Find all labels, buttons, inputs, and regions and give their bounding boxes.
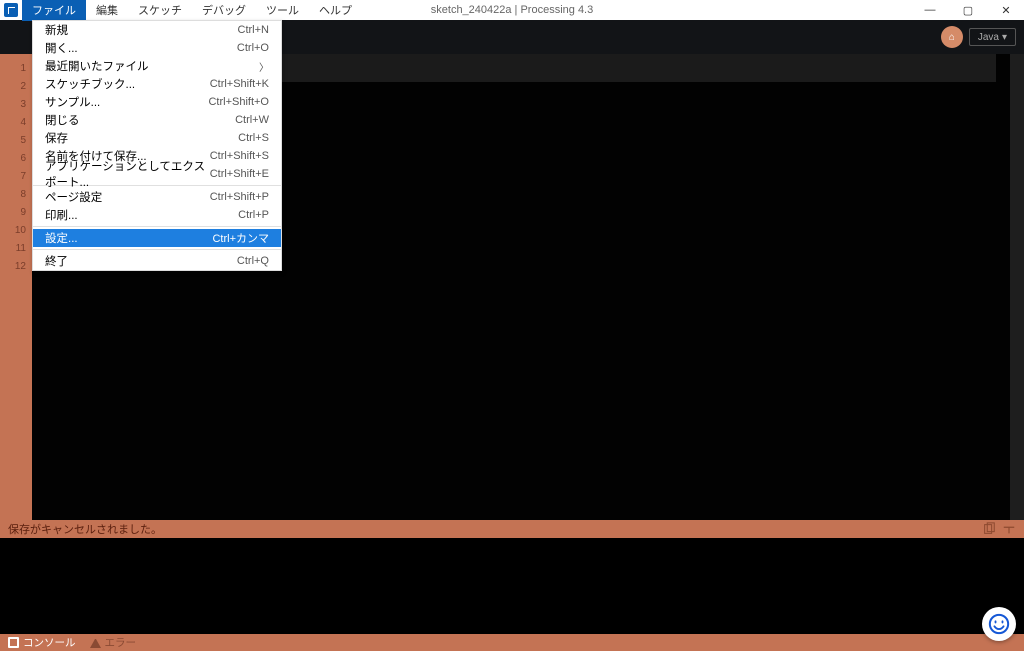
menu-item-開く[interactable]: 開く...Ctrl+O	[33, 39, 281, 57]
footer-tabs: コンソール エラー	[0, 634, 1024, 651]
console-icon	[8, 637, 19, 648]
menu-shortcut: Ctrl+カンマ	[212, 230, 269, 246]
collapse-icon[interactable]	[1002, 522, 1016, 536]
menu-item-label: 開く...	[45, 40, 237, 56]
menu-item-label: 新規	[45, 22, 238, 38]
line-number: 12	[0, 258, 32, 276]
menu-item-label: 設定...	[45, 230, 212, 246]
menu-item-label: スケッチブック...	[45, 76, 210, 92]
menu-shortcut: Ctrl+Shift+K	[210, 78, 269, 90]
close-button[interactable]: ✕	[998, 4, 1014, 17]
menubar: ファイル 編集 スケッチ デバッグ ツール ヘルプ	[22, 0, 362, 21]
console-tab-label: コンソール	[23, 635, 76, 650]
file-menu-dropdown: 新規Ctrl+N開く...Ctrl+O最近開いたファイル〉スケッチブック...C…	[32, 20, 282, 271]
mode-label: Java	[978, 32, 999, 43]
menu-item-印刷[interactable]: 印刷...Ctrl+P	[33, 206, 281, 224]
menu-shortcut: Ctrl+Shift+P	[210, 191, 269, 203]
status-message: 保存がキャンセルされました。	[8, 521, 162, 537]
line-number: 11	[0, 240, 32, 258]
menu-shortcut: Ctrl+N	[238, 24, 269, 36]
menu-item-label: サンプル...	[45, 94, 208, 110]
console-output	[0, 538, 1024, 634]
line-number: 1	[0, 60, 32, 78]
errors-tab-label: エラー	[105, 635, 137, 650]
menu-item-スケッチブック[interactable]: スケッチブック...Ctrl+Shift+K	[33, 75, 281, 93]
minimize-button[interactable]: —	[922, 4, 938, 17]
app-icon	[4, 3, 18, 17]
console-tab[interactable]: コンソール	[8, 635, 76, 650]
line-number: 2	[0, 78, 32, 96]
debug-button[interactable]: ⌂	[941, 26, 963, 48]
menu-item-label: 最近開いたファイル	[45, 58, 259, 74]
menu-shortcut: Ctrl+Shift+O	[208, 96, 269, 108]
menu-shortcut: Ctrl+W	[235, 114, 269, 126]
menu-shortcut: Ctrl+Shift+S	[210, 150, 269, 162]
line-number: 10	[0, 222, 32, 240]
mode-selector[interactable]: Java ▾	[969, 28, 1016, 46]
menu-item-アプリケーションとしてエクスポート[interactable]: アプリケーションとしてエクスポート...Ctrl+Shift+E	[33, 165, 281, 183]
menu-shortcut: Ctrl+P	[238, 209, 269, 221]
line-number: 3	[0, 96, 32, 114]
maximize-button[interactable]: ▢	[960, 4, 976, 17]
menu-file[interactable]: ファイル	[22, 0, 86, 21]
menu-item-label: ページ設定	[45, 189, 210, 205]
menu-item-label: 保存	[45, 130, 238, 146]
errors-tab[interactable]: エラー	[90, 635, 137, 650]
menu-item-label: アプリケーションとしてエクスポート...	[45, 158, 210, 190]
help-smiley-icon	[988, 613, 1010, 635]
menu-help[interactable]: ヘルプ	[309, 0, 362, 21]
menu-item-label: 閉じる	[45, 112, 235, 128]
menu-item-最近開いたファイル[interactable]: 最近開いたファイル〉	[33, 57, 281, 75]
warning-icon	[90, 637, 101, 648]
line-number: 9	[0, 204, 32, 222]
menu-item-閉じる[interactable]: 閉じるCtrl+W	[33, 111, 281, 129]
menu-shortcut: Ctrl+O	[237, 42, 269, 54]
menu-item-終了[interactable]: 終了Ctrl+Q	[33, 252, 281, 270]
line-number: 8	[0, 186, 32, 204]
menu-shortcut: Ctrl+S	[238, 132, 269, 144]
line-number: 4	[0, 114, 32, 132]
line-number: 6	[0, 150, 32, 168]
menu-item-ページ設定[interactable]: ページ設定Ctrl+Shift+P	[33, 188, 281, 206]
menu-item-保存[interactable]: 保存Ctrl+S	[33, 129, 281, 147]
menu-item-設定[interactable]: 設定...Ctrl+カンマ	[33, 229, 281, 247]
help-bubble[interactable]	[982, 607, 1016, 641]
menu-item-新規[interactable]: 新規Ctrl+N	[33, 21, 281, 39]
menu-item-サンプル[interactable]: サンプル...Ctrl+Shift+O	[33, 93, 281, 111]
message-bar: 保存がキャンセルされました。	[0, 520, 1024, 538]
line-number: 7	[0, 168, 32, 186]
menu-item-label: 印刷...	[45, 207, 238, 223]
line-gutter: 123456789101112	[0, 54, 32, 520]
menu-tools[interactable]: ツール	[256, 0, 309, 21]
menu-debug[interactable]: デバッグ	[192, 0, 256, 21]
window-controls: — ▢ ✕	[922, 4, 1024, 17]
menu-sketch[interactable]: スケッチ	[128, 0, 192, 21]
menu-shortcut: Ctrl+Shift+E	[210, 168, 269, 180]
copy-icon[interactable]	[982, 522, 996, 536]
chevron-down-icon: ▾	[1002, 32, 1007, 43]
menu-item-label: 終了	[45, 253, 237, 269]
vertical-scrollbar[interactable]	[1010, 54, 1024, 520]
menu-separator	[33, 226, 281, 227]
submenu-arrow-icon: 〉	[259, 59, 269, 74]
menu-edit[interactable]: 編集	[86, 0, 128, 21]
line-number: 5	[0, 132, 32, 150]
titlebar: ファイル 編集 スケッチ デバッグ ツール ヘルプ sketch_240422a…	[0, 0, 1024, 20]
menu-separator	[33, 249, 281, 250]
menu-shortcut: Ctrl+Q	[237, 255, 269, 267]
